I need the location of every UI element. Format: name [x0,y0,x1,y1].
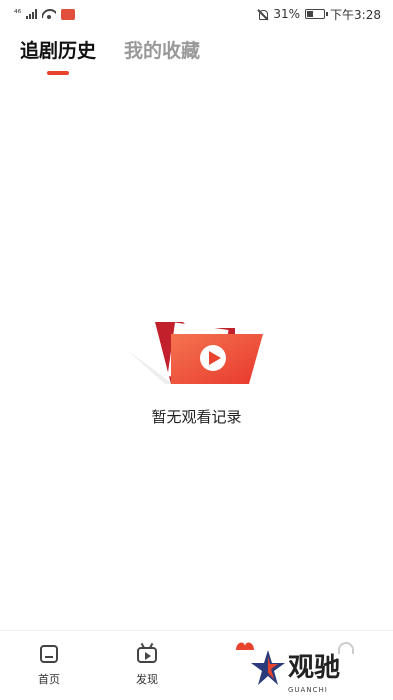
signal-icon [26,9,38,19]
tv-play-icon [136,642,158,665]
carrier-indicator: ⁴⁶ [14,9,22,19]
nav-item-discover[interactable]: 发现 [117,642,177,687]
tab-bar: 追剧历史 我的收藏 [20,36,200,77]
status-left: ⁴⁶ [14,8,76,20]
status-bar: ⁴⁶ 31% 下午3:28 [0,0,393,28]
watermark-logo: 观驰 GUANCHI [250,648,341,694]
star-logo-icon [251,650,285,685]
red-folder-play-icon [126,322,263,384]
profile-icon[interactable] [338,642,354,654]
tab-favorites[interactable]: 我的收藏 [124,36,200,77]
notification-app-icon [61,8,76,20]
watermark-subtext: GUANCHI [288,686,328,694]
home-icon [38,643,60,665]
tab-label: 追剧历史 [20,40,97,62]
mute-icon [257,9,269,20]
nav-item-home[interactable]: 首页 [19,643,79,687]
nav-label: 首页 [38,673,60,686]
tab-watch-history[interactable]: 追剧历史 [20,36,96,77]
active-tab-indicator [47,71,69,75]
empty-message: 暂无观看记录 [151,408,242,426]
clock: 下午3:28 [330,7,381,22]
nav-label: 发现 [136,673,158,686]
watermark-text: 观驰 [288,653,341,683]
wifi-icon [42,9,56,19]
battery-percent: 31% [273,7,301,21]
empty-state: 暂无观看记录 [0,318,393,427]
battery-fill [307,11,313,17]
status-right: 31% 下午3:28 [257,6,381,23]
battery-icon [305,9,329,19]
tab-label: 我的收藏 [124,40,201,62]
